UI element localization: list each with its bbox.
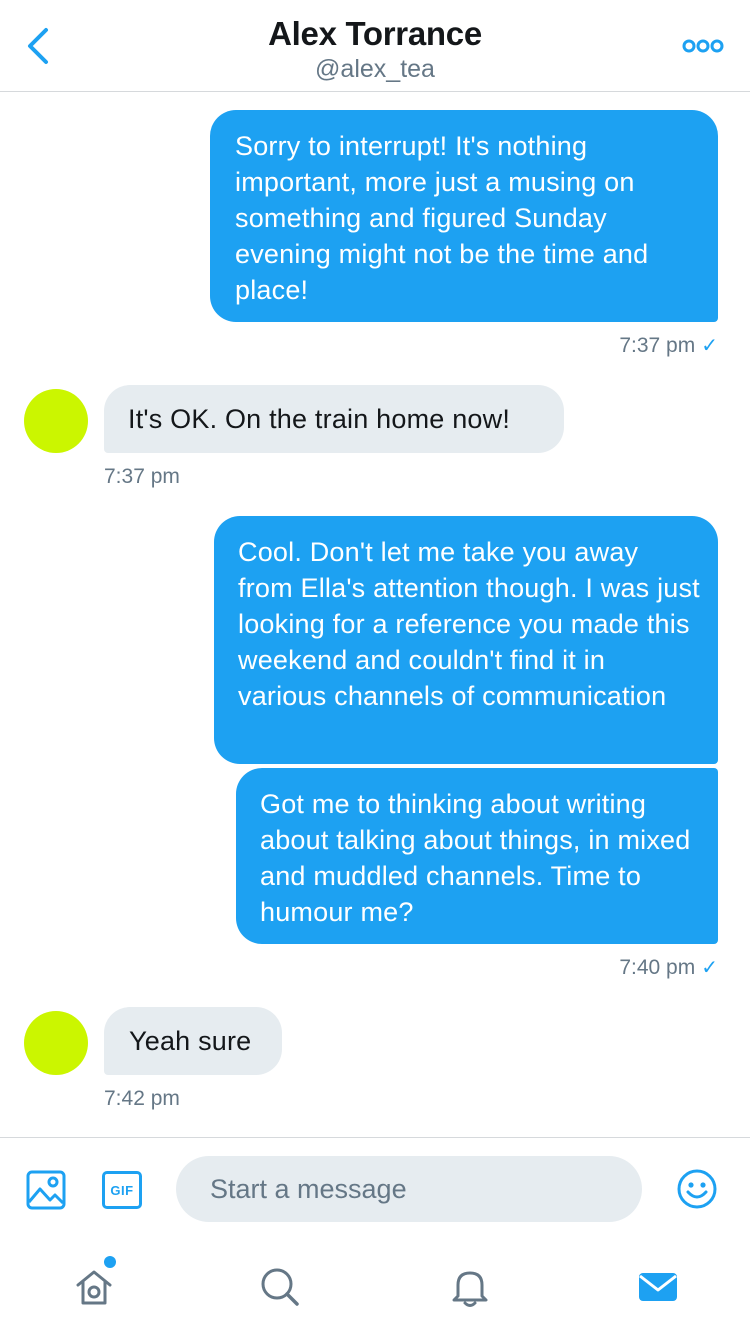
contact-name[interactable]: Alex Torrance [0, 14, 750, 54]
conversation-header: Alex Torrance @alex_tea [0, 0, 750, 92]
message-input[interactable] [176, 1156, 642, 1222]
messages-icon [639, 1273, 677, 1301]
add-gif-button[interactable]: GIF [102, 1171, 142, 1209]
message-timestamp: 7:37 pm ✓ [619, 333, 718, 359]
message-bubble-incoming[interactable]: Yeah sure [104, 1007, 282, 1075]
contact-handle: @alex_tea [315, 55, 435, 83]
add-photo-button[interactable] [26, 1170, 66, 1210]
tab-home[interactable] [64, 1257, 124, 1317]
more-icon [682, 39, 724, 53]
home-icon [76, 1270, 112, 1305]
message-timestamp: 7:40 pm ✓ [619, 955, 718, 981]
tab-search[interactable] [250, 1257, 310, 1317]
conversation-title: Alex Torrance @alex_tea [0, 14, 750, 84]
message-bubble-outgoing[interactable]: Sorry to interrupt! It's nothing importa… [210, 110, 718, 322]
message-timestamp: 7:42 pm [104, 1087, 180, 1110]
chevron-left-icon [28, 28, 48, 64]
avatar[interactable] [24, 389, 88, 453]
timestamp-text: 7:37 pm [619, 334, 696, 357]
bottom-tab-bar [0, 1237, 750, 1335]
message-bubble-outgoing[interactable]: Cool. Don't let me take you away from El… [214, 516, 718, 764]
search-icon [261, 1268, 299, 1306]
read-receipt-icon: ✓ [701, 957, 718, 979]
message-composer: GIF [0, 1137, 750, 1237]
image-icon [26, 1170, 66, 1210]
tab-notifications[interactable] [440, 1257, 500, 1317]
emoji-button[interactable] [676, 1168, 718, 1210]
tab-messages[interactable] [628, 1257, 688, 1317]
notification-dot [104, 1256, 116, 1268]
message-bubble-incoming[interactable]: It's OK. On the train home now! [104, 385, 564, 453]
more-options-button[interactable] [682, 38, 724, 54]
message-bubble-outgoing[interactable]: Got me to thinking about writing about t… [236, 768, 718, 944]
read-receipt-icon: ✓ [701, 335, 718, 357]
emoji-icon [677, 1169, 717, 1209]
notifications-icon [452, 1271, 488, 1307]
avatar[interactable] [24, 1011, 88, 1075]
back-button[interactable] [22, 26, 56, 66]
gif-label: GIF [110, 1182, 134, 1198]
message-timestamp: 7:37 pm [104, 465, 180, 488]
timestamp-text: 7:40 pm [619, 956, 696, 979]
